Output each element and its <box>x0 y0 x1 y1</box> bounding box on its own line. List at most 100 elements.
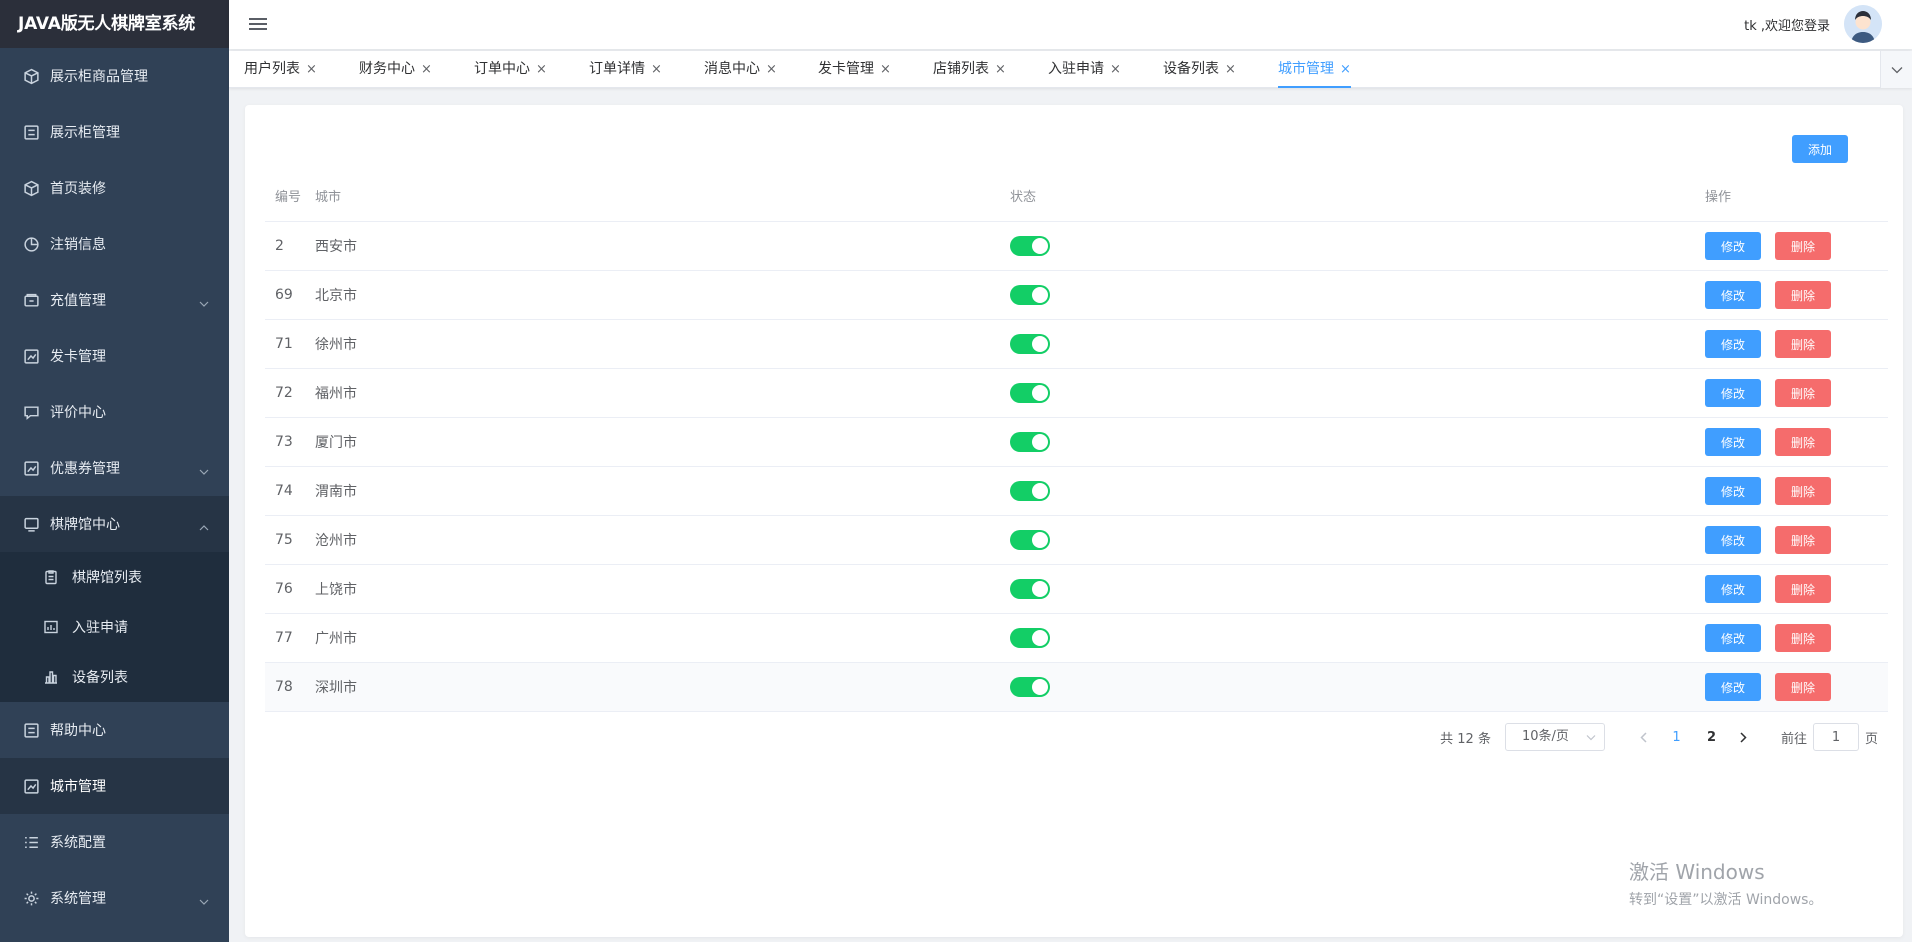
edit-button[interactable]: 修改 <box>1705 428 1761 456</box>
tab-device-list[interactable]: 设备列表 × <box>1163 51 1236 88</box>
cell-id: 76 <box>275 581 293 597</box>
sidebar-subitem-label: 设备列表 <box>72 670 128 686</box>
delete-button[interactable]: 删除 <box>1775 673 1831 701</box>
tab-user-list[interactable]: 用户列表 × <box>244 51 317 88</box>
avatar[interactable] <box>1844 5 1882 43</box>
main-card: 添加 编号 城市 状态 操作 2 西安市 修改 删除 69 北京市 修改 删除 71 徐州市 修改删… <box>245 105 1903 937</box>
table-row: 72 福州市 修改 删除 <box>265 369 1888 418</box>
sidebar-item-chess-hall-center[interactable]: 棋牌馆中心 <box>0 496 229 552</box>
app-title: JAVA版无人棋牌室系统 <box>0 0 229 48</box>
delete-button[interactable]: 删除 <box>1775 428 1831 456</box>
tab-order-detail[interactable]: 订单详情 × <box>589 51 662 88</box>
hamburger-menu-icon[interactable] <box>249 15 267 33</box>
status-toggle[interactable] <box>1010 432 1050 452</box>
cell-city: 北京市 <box>315 288 357 304</box>
sidebar-subitem-hall-list[interactable]: 棋牌馆列表 <box>0 552 229 602</box>
status-toggle[interactable] <box>1010 530 1050 550</box>
page-number[interactable]: 1 <box>1659 730 1694 745</box>
tab-settle-application[interactable]: 入驻申请 × <box>1048 51 1121 88</box>
status-toggle[interactable] <box>1010 383 1050 403</box>
add-button[interactable]: 添加 <box>1792 135 1848 163</box>
cube-icon <box>22 67 40 85</box>
column-header-city: 城市 <box>315 190 342 205</box>
edit-button[interactable]: 修改 <box>1705 281 1761 309</box>
close-icon[interactable]: × <box>306 62 317 77</box>
cell-city: 西安市 <box>315 239 357 255</box>
tab-store-list[interactable]: 店铺列表 × <box>933 51 1006 88</box>
page-number[interactable]: 2 <box>1694 730 1729 745</box>
close-icon[interactable]: × <box>995 62 1006 77</box>
tab-city-management[interactable]: 城市管理 × <box>1278 51 1351 88</box>
cell-ops: 修改 删除 <box>1705 428 1888 456</box>
sidebar-item-cancellation-info[interactable]: 注销信息 <box>0 216 229 272</box>
tab-orders[interactable]: 订单中心 × <box>474 51 547 88</box>
delete-button[interactable]: 删除 <box>1775 477 1831 505</box>
chevron-down-icon <box>199 894 209 905</box>
status-toggle[interactable] <box>1010 628 1050 648</box>
cell-ops: 修改 删除 <box>1705 575 1888 603</box>
sidebar-item-homepage-decoration[interactable]: 首页装修 <box>0 160 229 216</box>
edit-button[interactable]: 修改 <box>1705 673 1761 701</box>
close-icon[interactable]: × <box>1340 62 1351 77</box>
cell-ops: 修改 删除 <box>1705 379 1888 407</box>
edit-button[interactable]: 修改 <box>1705 330 1761 358</box>
sidebar-subitem-device-list[interactable]: 设备列表 <box>0 652 229 702</box>
edit-button[interactable]: 修改 <box>1705 232 1761 260</box>
delete-button[interactable]: 删除 <box>1775 624 1831 652</box>
sidebar-item-card-issuing[interactable]: 发卡管理 <box>0 328 229 384</box>
sidebar-item-system-management[interactable]: 系统管理 <box>0 870 229 926</box>
sidebar-item-label: 展示柜管理 <box>50 125 120 141</box>
sidebar-subitem-settle-application[interactable]: 入驻申请 <box>0 602 229 652</box>
edit-button[interactable]: 修改 <box>1705 477 1761 505</box>
sidebar-item-reviews[interactable]: 评价中心 <box>0 384 229 440</box>
bar-chart-icon <box>42 668 60 686</box>
edit-button[interactable]: 修改 <box>1705 379 1761 407</box>
sidebar-item-label: 系统管理 <box>50 891 106 907</box>
goto-page-input[interactable] <box>1812 723 1859 751</box>
delete-button[interactable]: 删除 <box>1775 232 1831 260</box>
chevron-down-icon <box>199 296 209 307</box>
edit-button[interactable]: 修改 <box>1705 624 1761 652</box>
close-icon[interactable]: × <box>651 62 662 77</box>
status-toggle[interactable] <box>1010 579 1050 599</box>
close-icon[interactable]: × <box>421 62 432 77</box>
sidebar-item-display-goods[interactable]: 展示柜商品管理 <box>0 48 229 104</box>
next-page-button[interactable] <box>1729 723 1759 751</box>
prev-page-button[interactable] <box>1629 723 1659 751</box>
sidebar-item-help[interactable]: 帮助中心 <box>0 702 229 758</box>
status-toggle[interactable] <box>1010 285 1050 305</box>
delete-button[interactable]: 删除 <box>1775 526 1831 554</box>
close-icon[interactable]: × <box>880 62 891 77</box>
status-toggle[interactable] <box>1010 236 1050 256</box>
status-toggle[interactable] <box>1010 677 1050 697</box>
delete-button[interactable]: 删除 <box>1775 281 1831 309</box>
edit-button[interactable]: 修改 <box>1705 575 1761 603</box>
line-chart-icon <box>22 777 40 795</box>
cell-id: 2 <box>275 238 284 254</box>
tab-finance[interactable]: 财务中心 × <box>359 51 432 88</box>
status-toggle[interactable] <box>1010 481 1050 501</box>
sidebar-item-display-cabinet[interactable]: 展示柜管理 <box>0 104 229 160</box>
tab-card-issuing[interactable]: 发卡管理 × <box>818 51 891 88</box>
delete-button[interactable]: 删除 <box>1775 575 1831 603</box>
line-chart-icon <box>22 347 40 365</box>
delete-button[interactable]: 删除 <box>1775 330 1831 358</box>
cell-status <box>1010 530 1705 550</box>
tab-messages[interactable]: 消息中心 × <box>704 51 777 88</box>
sidebar-item-coupons[interactable]: 优惠券管理 <box>0 440 229 496</box>
status-toggle[interactable] <box>1010 334 1050 354</box>
close-icon[interactable]: × <box>536 62 547 77</box>
sidebar-item-label: 城市管理 <box>50 779 106 795</box>
sidebar-item-recharge[interactable]: 充值管理 <box>0 272 229 328</box>
sidebar-item-city-management[interactable]: 城市管理 <box>0 758 229 814</box>
sidebar-item-label: 首页装修 <box>50 181 106 197</box>
delete-button[interactable]: 删除 <box>1775 379 1831 407</box>
page-size-select[interactable]: 10条/页 <box>1504 723 1605 751</box>
edit-button[interactable]: 修改 <box>1705 526 1761 554</box>
tabs-dropdown-button[interactable] <box>1880 51 1912 88</box>
close-icon[interactable]: × <box>1110 62 1121 77</box>
pagination-total: 共 12 条 <box>1440 731 1491 747</box>
close-icon[interactable]: × <box>766 62 777 77</box>
close-icon[interactable]: × <box>1225 62 1236 77</box>
sidebar-item-system-config[interactable]: 系统配置 <box>0 814 229 870</box>
